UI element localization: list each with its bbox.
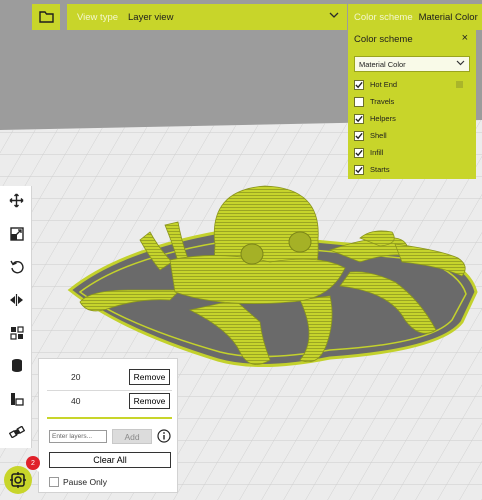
remove-layer-button[interactable]: Remove — [129, 393, 170, 409]
checkmark-icon — [355, 115, 363, 122]
model-tool-button[interactable] — [8, 423, 25, 440]
checkbox[interactable] — [49, 477, 59, 487]
move-icon — [9, 193, 24, 208]
layer-row: 40 Remove — [47, 393, 172, 410]
mirror-icon — [10, 293, 23, 306]
checkmark-icon — [355, 149, 363, 156]
divider — [47, 390, 172, 391]
layer-value: 40 — [71, 396, 81, 406]
color-scheme-bar-label: Color scheme — [354, 11, 413, 23]
checkmark-icon — [355, 166, 363, 173]
remove-layer-button[interactable]: Remove — [129, 369, 170, 385]
option-label: Starts — [370, 165, 390, 174]
scale-tool-button[interactable] — [8, 225, 25, 242]
checkbox[interactable] — [354, 79, 364, 90]
info-icon[interactable] — [157, 429, 171, 443]
option-label: Travels — [370, 97, 395, 106]
chevron-down-icon — [329, 12, 339, 18]
scale-icon — [9, 226, 24, 241]
pause-only-option[interactable]: Pause Only — [49, 477, 107, 487]
checkmark-icon — [355, 132, 363, 139]
notification-badge: 2 — [26, 456, 40, 470]
checkbox[interactable] — [354, 164, 364, 175]
checkbox[interactable] — [354, 96, 364, 107]
checkbox[interactable] — [354, 113, 364, 124]
rotate-tool-button[interactable] — [8, 258, 25, 275]
plugin-icon — [10, 472, 26, 488]
pause-at-layer-panel: 20 Remove 40 Remove Enter layers... Add … — [33, 358, 178, 493]
color-scheme-bar-value: Material Color — [418, 11, 478, 23]
layer-row: 20 Remove — [47, 369, 172, 386]
pause-only-label: Pause Only — [63, 477, 107, 487]
plugin-button[interactable] — [4, 466, 32, 494]
support-tool-button[interactable] — [8, 390, 25, 407]
color-scheme-select[interactable]: Material Color — [354, 56, 470, 72]
add-layer-button[interactable]: Add — [112, 429, 152, 444]
option-hot-end[interactable]: Hot End — [354, 76, 470, 93]
view-type-label: View type — [77, 11, 119, 23]
divider — [47, 417, 172, 419]
left-toolbar — [0, 186, 32, 448]
open-file-button[interactable] — [32, 4, 60, 30]
option-infill[interactable]: Infill — [354, 144, 470, 161]
per-model-settings-button[interactable] — [8, 324, 25, 341]
close-icon[interactable]: × — [462, 32, 468, 44]
checkbox[interactable] — [354, 147, 364, 158]
option-label: Hot End — [370, 80, 398, 89]
color-scheme-select-value: Material Color — [359, 59, 406, 69]
cylinder-icon — [11, 359, 22, 372]
mirror-tool-button[interactable] — [8, 291, 25, 308]
chevron-down-icon — [456, 60, 465, 66]
rotate-icon — [9, 260, 24, 273]
support-blocker-button[interactable] — [8, 357, 25, 374]
panel-title: Color scheme — [354, 33, 413, 45]
option-travels[interactable]: Travels — [354, 93, 470, 110]
option-helpers[interactable]: Helpers — [354, 110, 470, 127]
color-scheme-panel: Color scheme × Material Color Hot End Tr… — [348, 26, 476, 179]
hot-end-color-swatch — [456, 81, 463, 88]
option-starts[interactable]: Starts — [354, 161, 470, 178]
option-label: Shell — [370, 131, 387, 140]
checkmark-icon — [355, 81, 363, 88]
layers-input[interactable]: Enter layers... — [49, 430, 107, 443]
move-tool-button[interactable] — [8, 192, 25, 209]
support-icon — [10, 392, 24, 406]
option-label: Helpers — [370, 114, 396, 123]
option-shell[interactable]: Shell — [354, 127, 470, 144]
chain-icon — [8, 425, 25, 438]
folder-icon — [38, 11, 54, 23]
view-type-value: Layer view — [128, 11, 174, 23]
checkbox[interactable] — [354, 130, 364, 141]
view-type-dropdown[interactable]: View type Layer view — [67, 4, 347, 30]
option-label: Infill — [370, 148, 384, 157]
settings-grid-icon — [9, 325, 24, 340]
clear-all-button[interactable]: Clear All — [49, 452, 171, 468]
layer-value: 20 — [71, 372, 81, 382]
